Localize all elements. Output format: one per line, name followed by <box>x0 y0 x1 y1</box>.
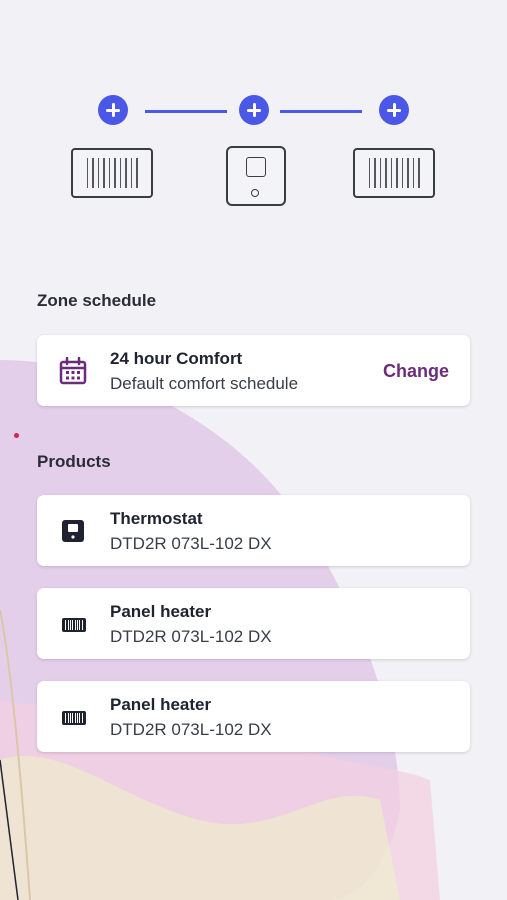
connector-line <box>145 110 227 113</box>
product-model: DTD2R 073L-102 DX <box>110 534 272 553</box>
product-title: Panel heater <box>110 602 212 621</box>
products-heading: Products <box>37 452 111 471</box>
change-schedule-button[interactable]: Change <box>383 361 449 382</box>
radiator-icon <box>58 610 88 638</box>
add-left-plus-icon[interactable] <box>98 95 128 125</box>
schedule-subtitle: Default comfort schedule <box>110 374 299 393</box>
product-item-panel-heater[interactable]: Panel heater DTD2R 073L-102 DX <box>37 588 470 659</box>
add-right-plus-icon[interactable] <box>379 95 409 125</box>
radiator-icon[interactable] <box>353 148 435 198</box>
zone-schedule-heading: Zone schedule <box>37 291 157 310</box>
product-title: Panel heater <box>110 695 212 714</box>
product-model: DTD2R 073L-102 DX <box>110 720 272 739</box>
product-item-thermostat[interactable]: Thermostat DTD2R 073L-102 DX <box>37 495 470 566</box>
product-model: DTD2R 073L-102 DX <box>110 627 272 646</box>
zone-diagram <box>0 0 507 230</box>
thermostat-icon[interactable] <box>226 146 286 206</box>
product-title: Thermostat <box>110 509 203 528</box>
radiator-icon[interactable] <box>71 148 153 198</box>
calendar-icon <box>59 357 87 385</box>
indicator-dot <box>14 433 19 438</box>
radiator-icon <box>58 703 88 731</box>
product-item-panel-heater[interactable]: Panel heater DTD2R 073L-102 DX <box>37 681 470 752</box>
schedule-title: 24 hour Comfort <box>110 349 243 368</box>
schedule-card[interactable]: 24 hour Comfort Default comfort schedule… <box>37 335 470 406</box>
thermostat-icon <box>62 520 84 542</box>
add-center-plus-icon[interactable] <box>239 95 269 125</box>
connector-line <box>280 110 362 113</box>
